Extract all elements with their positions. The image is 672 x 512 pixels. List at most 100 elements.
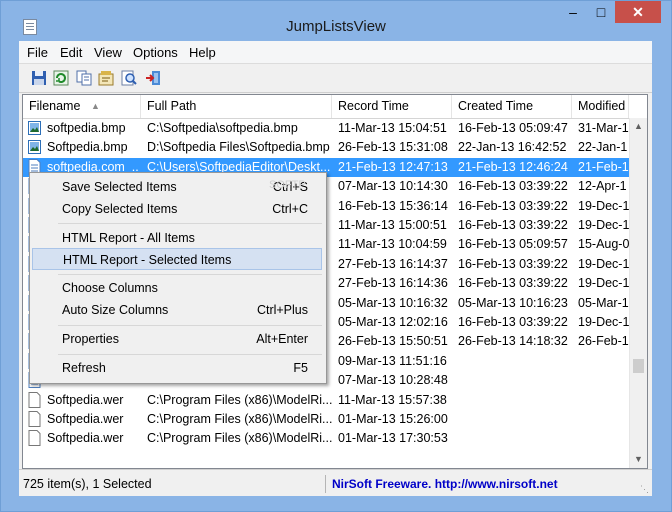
- menu-view[interactable]: View: [94, 45, 122, 60]
- cell-record-time: 07-Mar-13 10:28:48: [338, 373, 448, 388]
- column-created-time[interactable]: Created Time: [452, 95, 572, 118]
- column-full-path[interactable]: Full Path: [141, 95, 332, 118]
- cell-full-path: C:\Softpedia\softpedia.bmp: [147, 121, 298, 135]
- cell-created-time: 16-Feb-13 03:39:22: [458, 276, 568, 291]
- cell-modified: 19-Dec-1: [578, 276, 630, 291]
- table-row[interactable]: softpedia.bmp C:\Softpedia\softpedia.bmp 1…: [23, 119, 629, 138]
- cell-created-time: 16-Feb-13 03:39:22: [458, 315, 568, 329]
- cell-record-time: 11-Mar-13 10:04:59: [338, 237, 447, 252]
- cell-modified: 19-Dec-1: [578, 256, 630, 271]
- menu-bar: File Edit View Options Help: [19, 41, 652, 63]
- cell-full-path: C:\Program Files (x86)\ModelRi...: [147, 392, 333, 407]
- menu-copy-selected-items[interactable]: Copy Selected Items Ctrl+C: [32, 198, 322, 220]
- cell-record-time: 26-Feb-13 15:50:51: [338, 334, 448, 349]
- cell-record-time: 09-Mar-13 11:51:16: [338, 353, 447, 368]
- nirsoft-link[interactable]: NirSoft Freeware. http://www.nirsoft.net: [325, 475, 635, 493]
- cell-record-time: 26-Feb-13 15:31:08: [338, 140, 448, 155]
- app-window: JumpListsView – □ ✕ File Edit View Optio…: [0, 0, 672, 512]
- exit-icon[interactable]: [144, 69, 162, 87]
- copy-icon[interactable]: [75, 69, 93, 87]
- table-row[interactable]: Softpedia.bmp D:\Softpedia Files\Softpedi…: [23, 138, 629, 157]
- scroll-up-icon[interactable]: ▲: [630, 118, 647, 135]
- cell-full-path: C:\Program Files (x86)\ModelRi...: [147, 412, 333, 426]
- cell-full-path: C:\Program Files (x86)\ModelRi...: [147, 431, 333, 446]
- cell-filename: Softpedia.wer: [47, 392, 124, 407]
- refresh-icon[interactable]: [52, 69, 70, 87]
- status-bar: 725 item(s), 1 Selected NirSoft Freeware…: [19, 469, 652, 496]
- column-modified[interactable]: Modified: [572, 95, 629, 118]
- cell-created-time: 16-Feb-13 05:09:57: [458, 237, 568, 252]
- cell-created-time: 16-Feb-13 03:39:22: [458, 256, 568, 271]
- title-bar[interactable]: JumpListsView – □ ✕: [1, 1, 671, 41]
- menu-separator: [58, 325, 322, 326]
- cell-filename: softpedia.bmp: [47, 121, 126, 135]
- menu-auto-size-columns[interactable]: Auto Size Columns Ctrl+Plus: [32, 299, 322, 321]
- column-record-time[interactable]: Record Time: [332, 95, 452, 118]
- minimize-button[interactable]: –: [559, 1, 587, 23]
- blank-file-icon: [28, 430, 41, 447]
- scroll-thumb[interactable]: [633, 359, 644, 373]
- list-header: Filename ▲ Full Path Record Time Created …: [23, 95, 647, 119]
- menu-html-report-selected[interactable]: HTML Report - Selected Items: [32, 248, 322, 270]
- menu-choose-columns[interactable]: Choose Columns: [32, 277, 322, 299]
- menu-edit[interactable]: Edit: [60, 45, 82, 60]
- menu-separator: [58, 223, 322, 224]
- close-button[interactable]: ✕: [615, 1, 661, 23]
- cell-record-time: 27-Feb-13 16:14:37: [338, 256, 448, 271]
- cell-modified: 05-Mar-1: [578, 295, 629, 310]
- cell-record-time: 11-Mar-13 15:00:51: [338, 218, 447, 232]
- cell-record-time: 27-Feb-13 16:14:36: [338, 276, 448, 291]
- cell-created-time: 16-Feb-13 03:39:22: [458, 198, 568, 213]
- menu-help[interactable]: Help: [189, 45, 216, 60]
- blank-file-icon: [28, 391, 41, 408]
- table-row[interactable]: Softpedia.wer C:\Program Files (x86)\Mode…: [23, 391, 629, 410]
- cell-created-time: 21-Feb-13 12:46:24: [458, 159, 568, 174]
- cell-filename: Softpedia.wer: [47, 431, 124, 446]
- cell-record-time: 05-Mar-13 12:02:16: [338, 315, 448, 329]
- cell-modified: 22-Jan-1: [578, 140, 628, 155]
- cell-record-time: 16-Feb-13 15:36:14: [338, 198, 448, 213]
- menu-separator: [58, 274, 322, 275]
- menu-file[interactable]: File: [27, 45, 48, 60]
- cell-filename: Softpedia.bmp: [47, 140, 128, 155]
- menu-separator: [58, 354, 322, 355]
- sort-arrow-icon: ▲: [91, 101, 100, 111]
- cell-created-time: 05-Mar-13 10:16:23: [458, 295, 568, 310]
- cell-created-time: 16-Feb-13 03:39:22: [458, 179, 568, 194]
- resize-grip-icon[interactable]: ⋱: [640, 484, 650, 494]
- vertical-scrollbar[interactable]: ▲ ▼: [629, 118, 647, 468]
- find-icon[interactable]: [120, 69, 138, 87]
- table-row[interactable]: Softpedia.wer C:\Program Files (x86)\Mode…: [23, 429, 629, 448]
- cell-filename: Softpedia.wer: [47, 412, 124, 426]
- cell-modified: 15-Aug-0: [578, 237, 630, 252]
- cell-full-path: D:\Softpedia Files\Softpedia.bmp: [147, 140, 330, 155]
- status-item-count: 725 item(s), 1 Selected: [23, 477, 152, 491]
- save-icon[interactable]: [30, 69, 48, 87]
- menu-html-report-all[interactable]: HTML Report - All Items: [32, 227, 322, 249]
- cell-created-time: 16-Feb-13 03:39:22: [458, 218, 568, 232]
- cell-record-time: 05-Mar-13 10:16:32: [338, 295, 448, 310]
- context-menu: Save Selected Items Ctrl+S Copy Selected …: [29, 172, 327, 384]
- scroll-down-icon[interactable]: ▼: [630, 451, 647, 468]
- cell-record-time: 01-Mar-13 17:30:53: [338, 431, 448, 446]
- cell-modified: 31-Mar-1: [578, 121, 629, 135]
- menu-properties[interactable]: Properties Alt+Enter: [32, 328, 322, 350]
- menu-options[interactable]: Options: [133, 45, 178, 60]
- cell-created-time: 26-Feb-13 14:18:32: [458, 334, 568, 349]
- properties-icon[interactable]: [97, 69, 115, 87]
- watermark-text: SOFTP: [269, 179, 306, 191]
- maximize-button[interactable]: □: [587, 1, 615, 23]
- cell-modified: 19-Dec-1: [578, 198, 630, 213]
- cell-modified: 19-Dec-1: [578, 218, 630, 232]
- cell-record-time: 21-Feb-13 12:47:13: [338, 159, 448, 174]
- cell-modified: 19-Dec-1: [578, 315, 630, 329]
- menu-refresh[interactable]: Refresh F5: [32, 357, 322, 379]
- cell-created-time: 22-Jan-13 16:42:52: [458, 140, 567, 155]
- cell-record-time: 11-Mar-13 15:04:51: [338, 121, 447, 135]
- cell-record-time: 07-Mar-13 10:14:30: [338, 179, 448, 194]
- image-file-icon: [28, 139, 41, 155]
- table-row[interactable]: Softpedia.wer C:\Program Files (x86)\Mode…: [23, 410, 629, 429]
- image-file-icon: [28, 120, 41, 136]
- column-filename[interactable]: Filename ▲: [23, 95, 141, 118]
- cell-record-time: 01-Mar-13 15:26:00: [338, 412, 448, 426]
